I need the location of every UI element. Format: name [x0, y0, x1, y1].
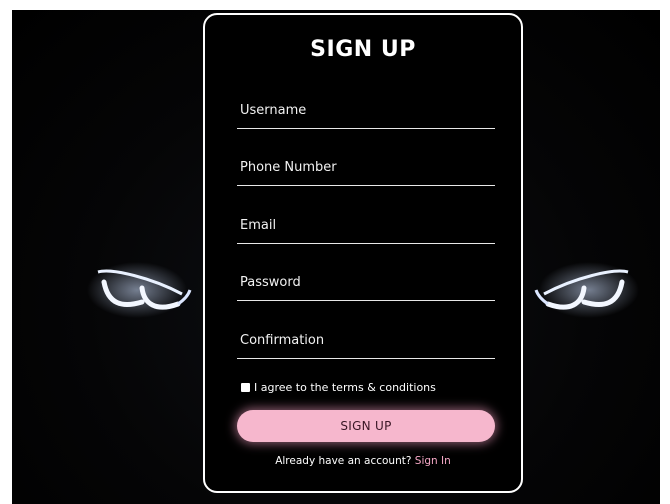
password-field[interactable] [237, 265, 495, 301]
signin-link[interactable]: Sign In [415, 455, 451, 467]
account-prompt-text: Already have an account? [275, 455, 412, 467]
right-headlight-image [524, 260, 644, 330]
email-field[interactable] [237, 208, 495, 244]
phone-number-field[interactable] [237, 150, 495, 186]
confirmation-input[interactable] [237, 327, 495, 353]
phone-number-input[interactable] [237, 154, 495, 180]
signup-title: SIGN UP [310, 37, 416, 62]
background-scene: SIGN UP I agree to the terms & condition… [12, 10, 660, 504]
email-input[interactable] [237, 212, 495, 238]
terms-checkbox[interactable] [241, 382, 250, 392]
left-headlight-image [82, 260, 202, 330]
password-input[interactable] [237, 269, 495, 295]
username-input[interactable] [237, 97, 495, 123]
terms-label: I agree to the terms & conditions [254, 380, 436, 394]
confirmation-field[interactable] [237, 323, 495, 359]
username-field[interactable] [237, 93, 495, 129]
signin-prompt: Already have an account? Sign In [205, 455, 521, 467]
signup-button[interactable]: SIGN UP [237, 410, 495, 442]
signup-card: SIGN UP I agree to the terms & condition… [203, 13, 523, 493]
terms-row: I agree to the terms & conditions [241, 379, 436, 395]
